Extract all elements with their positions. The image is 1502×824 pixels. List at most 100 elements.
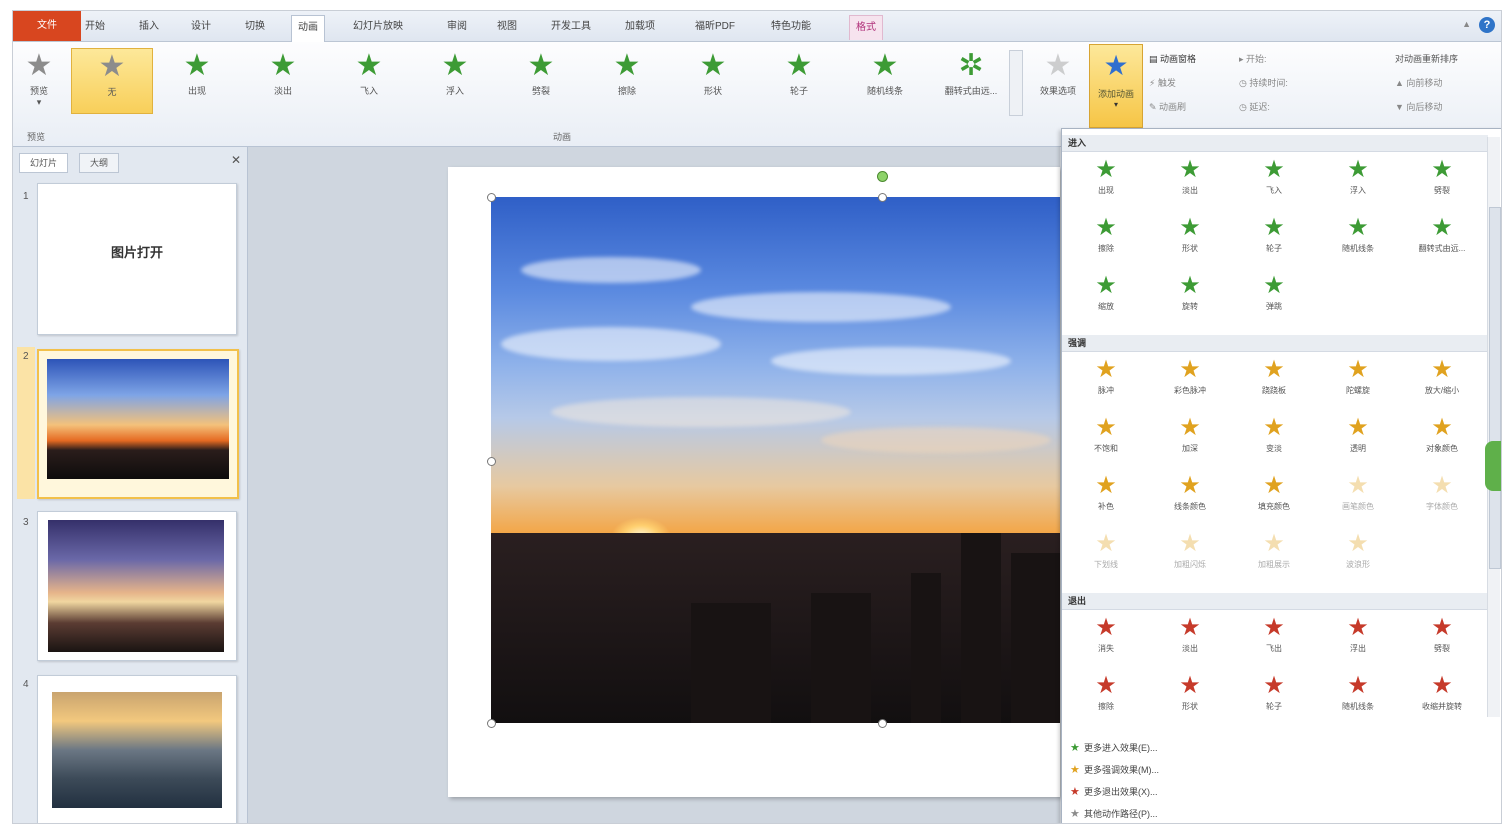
gallery-effect-item[interactable]: ★ 淡出	[1148, 155, 1232, 211]
gallery-effect-item[interactable]: ★ 旋转	[1148, 271, 1232, 327]
tab-13[interactable]: 格式	[849, 15, 883, 40]
tab-10[interactable]: 加载项	[619, 15, 661, 39]
slide-thumbnail-2[interactable]	[37, 349, 239, 499]
animation-option[interactable]: ★ 淡出	[243, 48, 323, 112]
gallery-scroll-thumb[interactable]	[1489, 207, 1501, 569]
gallery-effect-item[interactable]: ★ 字体颜色	[1400, 471, 1484, 527]
gallery-effect-item[interactable]: ★ 加粗展示	[1232, 529, 1316, 585]
delay-field[interactable]: ◷ 延迟:	[1239, 100, 1270, 113]
tab-6[interactable]: 幻灯片放映	[347, 15, 409, 39]
tab-0[interactable]: 文件	[13, 11, 81, 41]
gallery-effect-item[interactable]: ★ 浮入	[1316, 155, 1400, 211]
move-later-button[interactable]: ▼ 向后移动	[1395, 100, 1442, 113]
animation-option[interactable]: ★ 劈裂	[501, 48, 581, 112]
slide-thumbnail-4[interactable]	[37, 675, 237, 823]
side-tab-icon[interactable]	[1485, 441, 1501, 491]
close-icon[interactable]: ✕	[231, 153, 241, 167]
resize-handle[interactable]	[487, 457, 496, 466]
gallery-effect-item[interactable]: ★ 变淡	[1232, 413, 1316, 469]
gallery-effect-item[interactable]: ★ 线条颜色	[1148, 471, 1232, 527]
gallery-effect-item[interactable]: ★ 随机线条	[1316, 213, 1400, 269]
gallery-effect-item[interactable]: ★ 补色	[1064, 471, 1148, 527]
start-field[interactable]: ▸ 开始:	[1239, 52, 1267, 65]
slide-canvas[interactable]	[448, 167, 1060, 797]
gallery-effect-item[interactable]: ★ 跷跷板	[1232, 355, 1316, 411]
gallery-effect-item[interactable]: ★ 放大/缩小	[1400, 355, 1484, 411]
gallery-effect-item[interactable]: ★ 加粗闪烁	[1148, 529, 1232, 585]
gallery-effect-item[interactable]: ★ 随机线条	[1316, 671, 1400, 727]
tab-2[interactable]: 插入	[133, 15, 165, 39]
slide-thumbnail-3[interactable]	[37, 511, 237, 661]
gallery-effect-item[interactable]: ★ 对象颜色	[1400, 413, 1484, 469]
gallery-effect-item[interactable]: ★ 脉冲	[1064, 355, 1148, 411]
add-animation-button[interactable]: ★ 添加动画 ▾	[1089, 44, 1143, 128]
tab-1[interactable]: 开始	[79, 15, 111, 39]
gallery-effect-item[interactable]: ★ 轮子	[1232, 213, 1316, 269]
gallery-effect-item[interactable]: ★ 画笔颜色	[1316, 471, 1400, 527]
gallery-effect-item[interactable]: ★ 飞入	[1232, 155, 1316, 211]
resize-handle[interactable]	[487, 719, 496, 728]
animation-option[interactable]: ★ 飞入	[329, 48, 409, 112]
animation-option[interactable]: ★ 形状	[673, 48, 753, 112]
more-effects-link[interactable]: ★ 其他动作路径(P)...	[1070, 807, 1158, 820]
effect-options-button[interactable]: ★ 效果选项	[1029, 48, 1087, 112]
animation-option[interactable]: ★ 随机线条	[845, 48, 925, 112]
sunset-picture[interactable]	[491, 197, 1060, 723]
animation-option[interactable]: ★ 擦除	[587, 48, 667, 112]
more-effects-link[interactable]: ★ 更多强调效果(M)...	[1070, 763, 1159, 776]
tab-slides[interactable]: 幻灯片	[19, 153, 69, 173]
preview-button[interactable]: ★ 预览 ▾	[17, 48, 61, 112]
gallery-effect-item[interactable]: ★ 轮子	[1232, 671, 1316, 727]
gallery-effect-item[interactable]: ★ 加深	[1148, 413, 1232, 469]
gallery-effect-item[interactable]: ★ 劈裂	[1400, 613, 1484, 669]
gallery-effect-item[interactable]: ★ 形状	[1148, 671, 1232, 727]
resize-handle[interactable]	[487, 193, 496, 202]
resize-handle[interactable]	[878, 719, 887, 728]
tab-9[interactable]: 开发工具	[545, 15, 597, 39]
gallery-effect-item[interactable]: ★ 陀螺旋	[1316, 355, 1400, 411]
gallery-effect-item[interactable]: ★ 消失	[1064, 613, 1148, 669]
animation-painter-button[interactable]: ✎ 动画刷	[1149, 100, 1186, 113]
tab-5[interactable]: 动画	[291, 15, 325, 42]
animation-option[interactable]: ✲ 翻转式由远...	[931, 48, 1011, 112]
gallery-effect-item[interactable]: ★ 缩放	[1064, 271, 1148, 327]
gallery-effect-item[interactable]: ★ 波浪形	[1316, 529, 1400, 585]
gallery-effect-item[interactable]: ★ 飞出	[1232, 613, 1316, 669]
gallery-effect-item[interactable]: ★ 劈裂	[1400, 155, 1484, 211]
gallery-effect-item[interactable]: ★ 浮出	[1316, 613, 1400, 669]
resize-handle[interactable]	[878, 193, 887, 202]
gallery-effect-item[interactable]: ★ 翻转式由远...	[1400, 213, 1484, 269]
trigger-button[interactable]: ⚡ 触发	[1149, 76, 1176, 89]
duration-field[interactable]: ◷ 持续时间:	[1239, 76, 1288, 89]
gallery-effect-item[interactable]: ★ 收缩并旋转	[1400, 671, 1484, 727]
animation-option[interactable]: ★ 无	[71, 48, 153, 114]
gallery-effect-item[interactable]: ★ 擦除	[1064, 213, 1148, 269]
tab-3[interactable]: 设计	[185, 15, 217, 39]
slide-thumbnail-1[interactable]: 图片打开	[37, 183, 237, 335]
gallery-effect-item[interactable]: ★ 出现	[1064, 155, 1148, 211]
more-effects-link[interactable]: ★ 更多退出效果(X)...	[1070, 785, 1158, 798]
tab-8[interactable]: 视图	[491, 15, 523, 39]
tab-outline[interactable]: 大纲	[79, 153, 120, 173]
animation-option[interactable]: ★ 轮子	[759, 48, 839, 112]
gallery-effect-item[interactable]: ★ 透明	[1316, 413, 1400, 469]
tab-12[interactable]: 特色功能	[765, 15, 817, 39]
gallery-effect-item[interactable]: ★ 下划线	[1064, 529, 1148, 585]
tab-7[interactable]: 审阅	[441, 15, 473, 39]
gallery-effect-item[interactable]: ★ 擦除	[1064, 671, 1148, 727]
minimize-ribbon-icon[interactable]: ▲	[1462, 19, 1471, 29]
tab-11[interactable]: 福昕PDF	[689, 15, 741, 39]
animation-option[interactable]: ★ 浮入	[415, 48, 495, 112]
gallery-effect-item[interactable]: ★ 弹跳	[1232, 271, 1316, 327]
gallery-scrollbar[interactable]	[1487, 137, 1501, 717]
rotation-handle[interactable]	[877, 171, 888, 182]
gallery-effect-item[interactable]: ★ 形状	[1148, 213, 1232, 269]
animation-gallery-scroll[interactable]	[1009, 50, 1023, 116]
gallery-effect-item[interactable]: ★ 填充颜色	[1232, 471, 1316, 527]
tab-4[interactable]: 切换	[239, 15, 271, 39]
more-effects-link[interactable]: ★ 更多进入效果(E)...	[1070, 741, 1158, 754]
gallery-effect-item[interactable]: ★ 彩色脉冲	[1148, 355, 1232, 411]
move-earlier-button[interactable]: ▲ 向前移动	[1395, 76, 1442, 89]
gallery-effect-item[interactable]: ★ 不饱和	[1064, 413, 1148, 469]
animation-pane-button[interactable]: ▤ 动画窗格	[1149, 52, 1196, 65]
